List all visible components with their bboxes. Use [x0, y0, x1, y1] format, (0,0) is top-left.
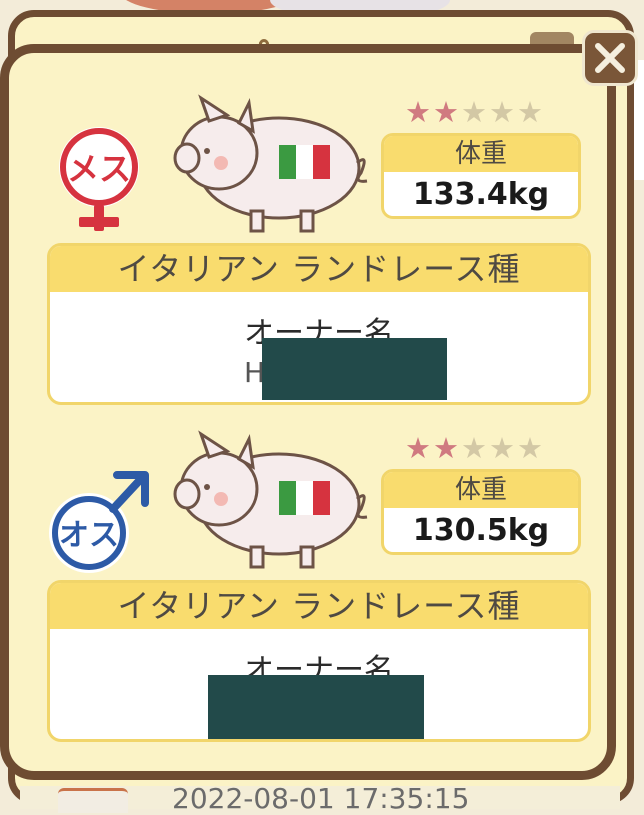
pig-icon: [173, 94, 368, 233]
pig-icon: [173, 430, 368, 569]
star-icon: ★: [489, 95, 517, 129]
weight-box: 体重 133.4kg: [381, 133, 581, 219]
star-icon: ★: [405, 95, 433, 129]
star-icon: ★: [433, 95, 461, 129]
female-label: メス: [67, 150, 131, 188]
male-symbol-icon: オス: [49, 471, 149, 573]
weight-value: 133.4kg: [412, 177, 550, 212]
background-avatar: [58, 788, 128, 813]
rating-stars: ★★★★★: [405, 95, 545, 129]
pig-detail-modal: メス ★★★★★ 体重 133.4kg イタリアン ランドレース種 オーナー名 …: [0, 44, 616, 780]
weight-value: 130.5kg: [412, 513, 550, 548]
close-icon: [595, 43, 625, 73]
star-icon: ★: [517, 431, 545, 465]
italy-flag-icon: [279, 145, 330, 179]
background-date: 2022-08-01 17:35:15: [172, 782, 470, 815]
redacted-owner-name: [208, 675, 424, 739]
female-symbol-icon: メス: [59, 127, 139, 231]
breed-name: イタリアン ランドレース種: [50, 246, 588, 292]
weight-label: 体重: [384, 472, 578, 508]
star-icon: ★: [433, 431, 461, 465]
star-icon: ★: [517, 95, 545, 129]
star-icon: ★: [461, 431, 489, 465]
close-button[interactable]: [582, 30, 638, 86]
star-icon: ★: [405, 431, 433, 465]
italy-flag-icon: [279, 481, 330, 515]
weight-box: 体重 130.5kg: [381, 469, 581, 555]
breed-name: イタリアン ランドレース種: [50, 583, 588, 629]
star-icon: ★: [461, 95, 489, 129]
breed-card: イタリアン ランドレース種 オーナー名 H: [47, 243, 591, 405]
weight-label: 体重: [384, 136, 578, 172]
breed-card: イタリアン ランドレース種 オーナー名: [47, 580, 591, 742]
redacted-owner-name: [262, 338, 447, 400]
rating-stars: ★★★★★: [405, 431, 545, 465]
male-label: オス: [59, 518, 119, 553]
star-icon: ★: [489, 431, 517, 465]
